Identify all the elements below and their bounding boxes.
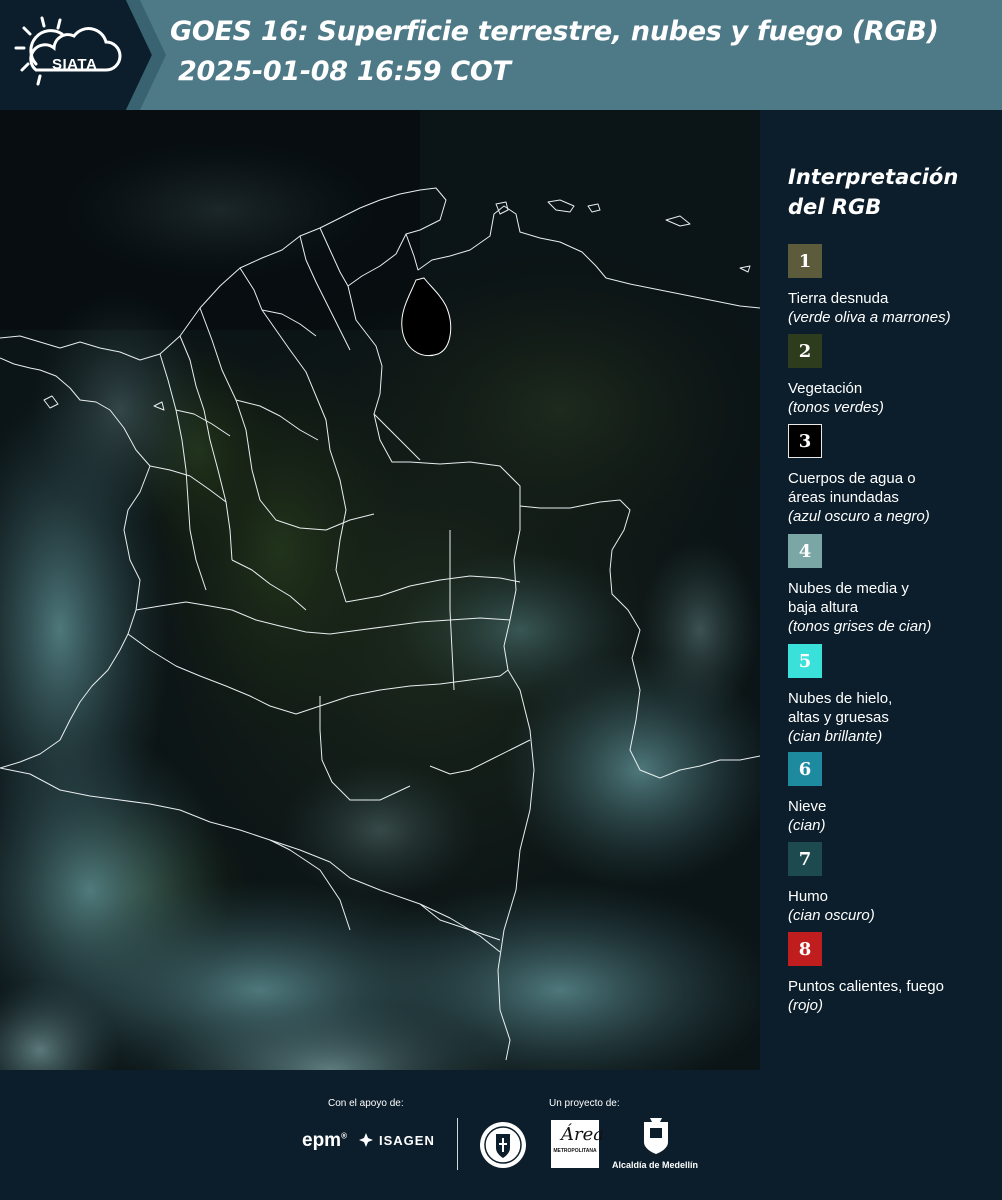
- legend-title: Interpretación del RGB: [788, 165, 959, 219]
- legend-swatch: 8: [788, 932, 822, 966]
- area-metropolitana-logo[interactable]: Área METROPOLITANA: [551, 1120, 604, 1168]
- legend-swatch: 4: [788, 534, 822, 568]
- legend-swatch: 7: [788, 842, 822, 876]
- page-title: GOES 16: Superficie terrestre, nubes y f…: [170, 16, 939, 47]
- footer: Con el apoyo de: Un proyecto de: epm® IS…: [0, 1070, 1002, 1200]
- legend-swatch: 6: [788, 752, 822, 786]
- gobernacion-seal-icon[interactable]: [478, 1120, 528, 1170]
- legend-swatch: 1: [788, 244, 822, 278]
- header: SIATA GOES 16: Superficie terrestre, nub…: [0, 0, 1002, 110]
- siata-logo[interactable]: SIATA: [14, 14, 126, 94]
- timestamp: 2025-01-08 16:59 COT: [178, 56, 511, 87]
- legend-swatch: 5: [788, 644, 822, 678]
- legend-swatch: 3: [788, 424, 822, 458]
- legend-item-snow: 6 Nieve (cian): [788, 752, 998, 835]
- isagen-logo[interactable]: ISAGEN: [358, 1132, 435, 1148]
- legend-swatch: 2: [788, 334, 822, 368]
- project-label: Un proyecto de:: [549, 1098, 620, 1109]
- legend-item-smoke: 7 Humo (cian oscuro): [788, 842, 998, 925]
- footer-divider: [457, 1118, 458, 1170]
- legend-item-bare-soil: 1 Tierra desnuda (verde oliva a marrones…: [788, 244, 998, 327]
- legend-item-water: 3 Cuerpos de agua o áreas inundadas (azu…: [788, 424, 998, 526]
- epm-logo[interactable]: epm®: [302, 1130, 347, 1152]
- legend-item-ice-clouds: 5 Nubes de hielo, altas y gruesas (cian …: [788, 644, 998, 746]
- legend-item-mid-low-clouds: 4 Nubes de media y baja altura (tonos gr…: [788, 534, 998, 636]
- isagen-icon: [359, 1133, 373, 1147]
- alcaldia-medellin-label[interactable]: Alcaldía de Medellín: [612, 1160, 698, 1170]
- satellite-map[interactable]: [0, 110, 760, 1070]
- sun-cloud-icon: [14, 16, 122, 86]
- legend-item-vegetation: 2 Vegetación (tonos verdes): [788, 334, 998, 417]
- support-label: Con el apoyo de:: [328, 1098, 404, 1109]
- rgb-legend: Interpretación del RGB 1 Tierra desnuda …: [760, 110, 1002, 1070]
- medellin-shield-icon: [644, 1118, 668, 1154]
- legend-item-fire: 8 Puntos calientes, fuego (rojo): [788, 932, 998, 1015]
- satellite-image: [0, 110, 760, 1070]
- siata-logo-text: SIATA: [52, 56, 98, 73]
